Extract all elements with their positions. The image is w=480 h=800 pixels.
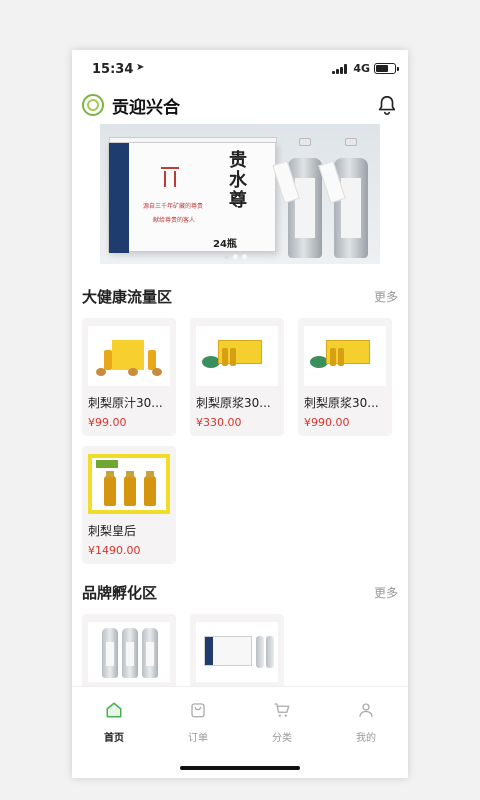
tab-orders[interactable]: 订单	[156, 687, 240, 751]
banner-bottle	[318, 138, 368, 258]
product-name: 刺梨原浆30...	[196, 396, 271, 410]
page-title: 贡迎兴合	[112, 98, 180, 118]
status-bar: 15:34 ➤ 4G	[72, 50, 408, 90]
product-name: 刺梨皇后	[88, 524, 137, 538]
product-card[interactable]: 刺梨皇后 ¥1490.00	[82, 446, 176, 564]
promo-banner[interactable]: 源自三千年矿藏的尊贵 献给尊贵的客人 贵水尊 24瓶	[100, 124, 380, 264]
product-price: ¥990.00	[304, 416, 350, 429]
banner-bottle	[272, 138, 322, 258]
section-more-brand[interactable]: 更多	[374, 584, 398, 601]
tab-label: 我的	[356, 733, 376, 744]
product-image	[88, 326, 170, 386]
product-price: ¥1490.00	[88, 544, 141, 557]
banner-mark-icon	[161, 167, 179, 187]
banner-tagline-2: 献给尊贵的客人	[153, 217, 196, 224]
section-title-health: 大健康流量区	[82, 288, 173, 306]
section-more-health[interactable]: 更多	[374, 288, 398, 305]
product-image	[196, 326, 278, 386]
cart-icon	[274, 703, 290, 717]
product-image	[88, 454, 170, 514]
section-title-brand: 品牌孵化区	[82, 584, 158, 602]
tab-profile[interactable]: 我的	[324, 687, 408, 751]
product-card[interactable]: 刺梨原浆30... ¥330.00	[190, 318, 284, 436]
banner-product-box: 源自三千年矿藏的尊贵 献给尊贵的客人 贵水尊 24瓶	[108, 137, 277, 253]
tab-label: 首页	[104, 733, 124, 744]
product-image	[196, 622, 278, 682]
person-icon	[359, 703, 373, 717]
product-image	[304, 326, 386, 386]
signal-icon	[332, 64, 348, 74]
phone-screen: 15:34 ➤ 4G 贡迎兴合 源自三千年矿藏的尊贵 献给尊贵的客人 贵水尊 2…	[72, 50, 408, 778]
product-image	[88, 622, 170, 682]
banner-box-count: 24瓶	[213, 239, 237, 250]
banner-pagination[interactable]	[224, 254, 247, 259]
product-card[interactable]: 刺梨原汁30... ¥99.00	[82, 318, 176, 436]
product-name: 刺梨原浆30...	[304, 396, 379, 410]
battery-icon	[374, 63, 399, 74]
status-time: 15:34	[92, 62, 134, 77]
bag-icon	[191, 703, 205, 718]
bell-icon[interactable]	[376, 93, 398, 117]
tab-label: 分类	[272, 733, 292, 744]
banner-tagline-1: 源自三千年矿藏的尊贵	[143, 203, 204, 210]
product-card[interactable]: 刺梨原浆30... ¥990.00	[298, 318, 392, 436]
bottom-tab-bar: 首页 订单 分类 我的	[72, 686, 408, 750]
app-header: 贡迎兴合	[72, 90, 408, 122]
product-price: ¥99.00	[88, 416, 127, 429]
banner-product-title: 贵水尊	[229, 150, 247, 211]
product-name: 刺梨原汁30...	[88, 396, 163, 410]
tab-category[interactable]: 分类	[240, 687, 324, 751]
network-type: 4G	[353, 62, 370, 75]
tab-label: 订单	[188, 733, 208, 744]
product-price: ¥330.00	[196, 416, 242, 429]
location-arrow-icon: ➤	[136, 62, 145, 73]
home-icon	[106, 702, 122, 718]
brand-logo-icon	[82, 94, 104, 116]
tab-home[interactable]: 首页	[72, 687, 156, 751]
home-indicator[interactable]	[180, 766, 300, 770]
